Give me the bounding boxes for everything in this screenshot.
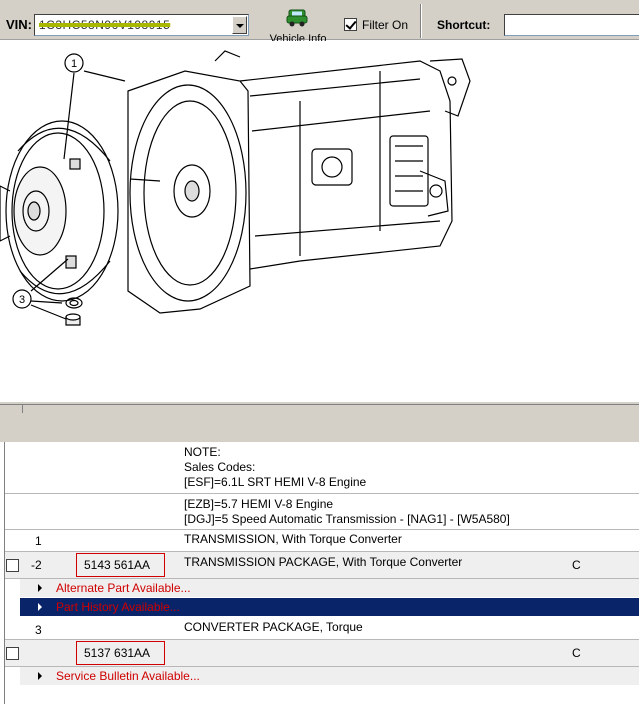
part-select-checkbox[interactable]	[6, 647, 19, 660]
part-history-row[interactable]: Part History Available...	[20, 598, 639, 616]
alternate-part-link[interactable]: Alternate Part Available...	[56, 581, 191, 595]
illustration-item-row[interactable]: 1 TRANSMISSION, With Torque Converter	[5, 530, 639, 552]
part-number[interactable]: 5143 561AA	[76, 553, 165, 577]
shortcut-label: Shortcut:	[437, 18, 491, 32]
item-description: CONVERTER PACKAGE, Torque	[184, 620, 363, 634]
note-line: Sales Codes:	[184, 460, 256, 474]
illustration-item-row[interactable]: 3 CONVERTER PACKAGE, Torque	[5, 618, 639, 640]
note-line: [DGJ]=5 Speed Automatic Transmission - […	[184, 512, 510, 526]
parts-list: NOTE: Sales Codes: [ESF]=6.1L SRT HEMI V…	[4, 442, 639, 704]
vin-select[interactable]: 1C3HC58N96V198915	[34, 14, 249, 36]
part-number[interactable]: 5137 631AA	[76, 641, 165, 665]
expand-arrow-icon[interactable]	[38, 672, 42, 680]
callout-1-label: 1	[71, 58, 77, 70]
part-description: TRANSMISSION PACKAGE, With Torque Conver…	[184, 555, 463, 569]
filter-label: Filter On	[362, 18, 409, 32]
vehicle-info-button[interactable]: Vehicle Info	[266, 6, 330, 42]
note-line: NOTE:	[184, 445, 221, 459]
shortcut-input[interactable]	[504, 14, 639, 36]
vehicle-icon	[286, 9, 308, 27]
part-select-checkbox[interactable]	[6, 559, 19, 572]
item-description: TRANSMISSION, With Torque Converter	[184, 532, 402, 546]
service-bulletin-row[interactable]: Service Bulletin Available...	[20, 667, 639, 685]
item-ref: 3	[35, 623, 42, 637]
vin-value: 1C3HC58N96V198915	[39, 18, 171, 32]
expand-arrow-icon[interactable]	[38, 603, 42, 611]
column-divider[interactable]	[22, 405, 23, 413]
service-bulletin-link[interactable]: Service Bulletin Available...	[56, 669, 200, 683]
part-code: C	[572, 558, 581, 572]
parts-illustration: 1 3	[0, 41, 639, 401]
note-row: NOTE: Sales Codes: [ESF]=6.1L SRT HEMI V…	[5, 442, 639, 494]
filter-checkbox[interactable]	[344, 18, 357, 31]
callout-3-label: 3	[19, 294, 25, 306]
list-header	[0, 405, 639, 442]
toolbar-separator	[420, 4, 422, 38]
vin-label: VIN:	[6, 17, 32, 32]
note-line: [ESF]=6.1L SRT HEMI V-8 Engine	[184, 475, 367, 489]
transmission-diagram: 1 3	[0, 50, 471, 326]
item-ref: 1	[35, 534, 42, 548]
transmission-body-drawing	[127, 50, 471, 314]
part-row[interactable]: 5137 631AA C	[5, 640, 639, 667]
note-row: [EZB]=5.7 HEMI V-8 Engine [DGJ]=5 Speed …	[5, 494, 639, 530]
part-code: C	[572, 646, 581, 660]
part-number-text: 5137 631AA	[84, 646, 151, 660]
expand-arrow-icon[interactable]	[38, 584, 42, 592]
part-number-text: 5143 561AA	[84, 558, 151, 572]
part-row[interactable]: -2 5143 561AA TRANSMISSION PACKAGE, With…	[5, 552, 639, 579]
toolbar: VIN: 1C3HC58N96V198915 Vehicle Info Filt…	[0, 0, 639, 42]
item-ref: -2	[31, 558, 42, 572]
alternate-part-row[interactable]: Alternate Part Available...	[20, 579, 639, 597]
part-history-link[interactable]: Part History Available...	[56, 600, 180, 614]
torque-converter-drawing	[0, 120, 119, 302]
chevron-down-icon[interactable]	[232, 16, 247, 34]
note-line: [EZB]=5.7 HEMI V-8 Engine	[184, 497, 334, 511]
